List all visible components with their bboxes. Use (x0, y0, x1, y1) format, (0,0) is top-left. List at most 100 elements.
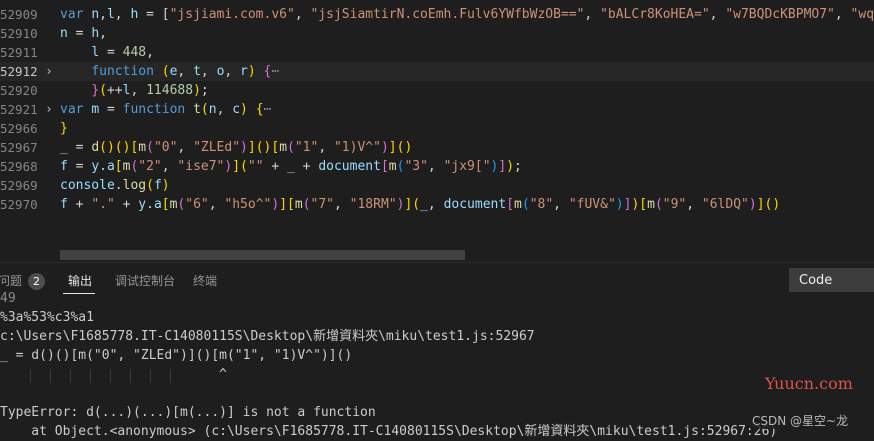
code-token: f (60, 197, 68, 212)
code-text: f = y.a[m("2", "ise7")]("" + _ + documen… (60, 157, 522, 176)
code-line[interactable]: 52912 › function (e, t, o, r) {⋯ (0, 62, 874, 81)
code-token: function (91, 64, 162, 79)
code-token: . (99, 159, 107, 174)
csdn-watermark: CSDN @星空~龙 (750, 412, 851, 429)
code-token: , (130, 83, 147, 98)
code-token: m (279, 140, 288, 155)
active-tab-indicator (63, 293, 95, 294)
code-text: function (e, t, o, r) {⋯ (60, 62, 279, 81)
code-text: l = 448, (60, 43, 154, 62)
code-token: a (153, 197, 162, 212)
code-token: f (153, 178, 162, 193)
code-token: , (200, 64, 217, 79)
code-token: ) (193, 83, 201, 98)
code-token: "" (247, 159, 264, 174)
code-token: "bALCr8KoHEA=" (600, 7, 710, 22)
error-message: TypeError: d(...)(...)[m(...)] is not a … (0, 405, 376, 420)
code-text: console.log(f) (60, 176, 170, 195)
code-token: ⋯ (271, 64, 280, 79)
code-token: n (91, 7, 100, 22)
code-token: "wqw (850, 7, 874, 22)
code-token: ) (271, 197, 280, 212)
code-token: m (138, 140, 147, 155)
code-token: , (553, 197, 569, 212)
code-token: ) (380, 140, 389, 155)
code-token: + (263, 159, 288, 174)
tab-problems[interactable]: 问题 2 (0, 272, 46, 290)
code-token: console (60, 178, 115, 193)
code-token: "ZLEd" (193, 140, 241, 155)
code-token: [ (287, 197, 295, 212)
line-number: 52920 (0, 83, 38, 98)
tab-terminal-label: 终端 (193, 274, 218, 288)
code-token: + (114, 197, 139, 212)
code-token: ( (287, 140, 295, 155)
output-line: %3a%53%c3%a1 (0, 310, 94, 325)
code-token: document (443, 197, 507, 212)
code-line[interactable]: 52966} (0, 119, 874, 138)
code-token: "1)V^" (333, 140, 381, 155)
output-line: _ = d()()[m("0", "ZLEd")]()[m("1", "1)V^… (0, 348, 353, 363)
code-token: "jsjiami.com.v6" (169, 7, 295, 22)
code-token: = (67, 26, 92, 41)
code-token: ( (240, 159, 248, 174)
code-token: m (91, 102, 100, 117)
code-token: var (60, 7, 92, 22)
code-token: "jsjSiamtirN.coEmh.Fulv6YWfbWzOB==" (310, 7, 585, 22)
code-token: , (161, 159, 178, 174)
code-line[interactable]: 52909 var n,l, h = ["jsjiami.com.v6", "js… (0, 5, 874, 24)
code-line[interactable]: 52967 _ = d()()[m("0", "ZLEd")]()[m("1", … (0, 138, 874, 157)
code-token: "2" (138, 159, 162, 174)
panel-tabs: 问题 2 输出 调试控制台 终端 Code (0, 263, 874, 297)
code-token: document (318, 159, 381, 174)
code-text: var n,l, h = ["jsjiami.com.v6", "jsjSiam… (60, 5, 874, 24)
code-token: ( (114, 140, 123, 155)
code-line[interactable]: 52921 › var m = function t(n, c) {⋯ (0, 100, 874, 119)
tab-terminal[interactable]: 终端 (193, 272, 217, 289)
code-token: , (99, 26, 107, 41)
code-line[interactable]: 52970 f + "." + y.a[m("6", "h5o^")][m("7"… (0, 195, 874, 214)
code-token: ; (200, 83, 209, 98)
horizontal-scrollbar[interactable] (60, 250, 465, 260)
code-token: _ (420, 197, 428, 212)
code-token: , (427, 197, 444, 212)
code-token: "0" (153, 140, 178, 155)
code-token: ( (146, 140, 154, 155)
tab-output-label: 输出 (68, 274, 93, 288)
code-token: "h5o^" (224, 197, 272, 212)
code-token: y (138, 197, 147, 212)
code-line[interactable]: 52968 f = y.a[m("2", "ise7")]("" + _ + do… (0, 157, 874, 176)
code-token: [ (114, 159, 123, 174)
code-token: ( (654, 197, 663, 212)
tab-debug-console-label: 调试控制台 (115, 274, 176, 288)
code-token: [ (161, 197, 170, 212)
tab-debug-console[interactable]: 调试控制台 (115, 272, 175, 289)
line-number: 52968 (0, 159, 38, 174)
line-number: 52967 (0, 140, 38, 155)
tab-output[interactable]: 输出 (68, 272, 92, 289)
code-text: } (60, 119, 68, 138)
code-token: , (224, 64, 241, 79)
code-line[interactable]: 52920 }(++l, 114688); (0, 81, 874, 100)
code-token: m (294, 197, 303, 212)
code-token: ( (99, 83, 107, 98)
code-token: , (99, 7, 107, 22)
code-token: ; (514, 159, 522, 174)
code-editor[interactable]: 52909 var n,l, h = ["jsjiami.com.v6", "js… (0, 0, 874, 262)
code-token: ) (404, 140, 413, 155)
code-token: m (647, 197, 655, 212)
code-line[interactable]: 52911 l = 448, (0, 43, 874, 62)
code-token: = [ (138, 7, 170, 22)
output-channel-select[interactable]: Code (789, 268, 874, 292)
fold-chevron-icon[interactable]: › (43, 62, 55, 81)
fold-chevron-icon[interactable]: › (43, 100, 55, 119)
code-token: ( (99, 140, 107, 155)
code-line[interactable]: 52969 console.log(f) (0, 176, 874, 195)
code-token: ) (615, 197, 624, 212)
code-token: t (193, 64, 201, 79)
code-token: "6lDQ" (701, 197, 749, 212)
code-token: "8" (529, 197, 554, 212)
code-line[interactable]: 52910 n = h, (0, 24, 874, 43)
